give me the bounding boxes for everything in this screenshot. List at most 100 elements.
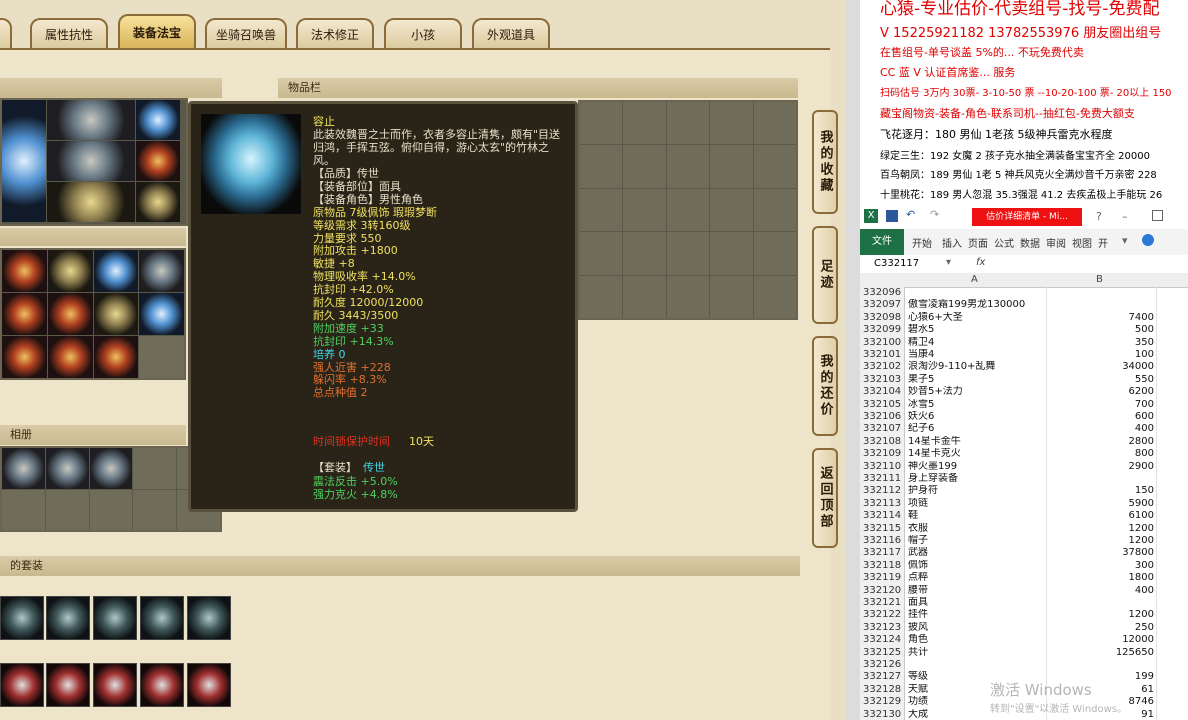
cell-b[interactable]: 1200 [1046, 609, 1154, 622]
row-number[interactable]: 332120 [860, 584, 905, 598]
cell-b[interactable]: 34000 [1046, 361, 1154, 374]
cell-b[interactable]: 125650 [1046, 647, 1154, 660]
items-bar-slot[interactable] [710, 188, 753, 232]
cell-a[interactable]: 点粹 [908, 572, 1048, 585]
inventory-slot[interactable] [139, 250, 184, 292]
row-number[interactable]: 332115 [860, 522, 905, 536]
row-number[interactable]: 332107 [860, 423, 905, 436]
cell-a[interactable]: 冰雪5 [908, 399, 1048, 412]
row-number[interactable]: 332125 [860, 646, 905, 660]
cell-b[interactable]: 400 [1046, 585, 1154, 598]
cell-b[interactable]: 250 [1046, 622, 1154, 635]
row-number[interactable]: 332129 [860, 696, 905, 709]
cell-a[interactable]: 披风 [908, 622, 1048, 635]
items-bar-slot[interactable] [666, 102, 710, 145]
row-number[interactable]: 332106 [860, 411, 905, 424]
row-number[interactable]: 332098 [860, 311, 905, 325]
tab-mounts[interactable]: 坐骑召唤兽 [205, 18, 287, 48]
items-bar-slot[interactable] [666, 188, 710, 232]
suit-item[interactable] [140, 596, 184, 640]
row-number[interactable]: 332121 [860, 597, 905, 610]
redo-icon[interactable]: ↷ [930, 208, 939, 221]
cell-a[interactable]: 精卫4 [908, 337, 1048, 350]
help-circle-icon[interactable] [1142, 234, 1154, 246]
cell-a[interactable]: 共计 [908, 647, 1048, 660]
items-bar-slot[interactable] [710, 275, 753, 318]
items-bar-slot[interactable] [580, 102, 623, 145]
row-number[interactable]: 332108 [860, 435, 905, 449]
row-number[interactable]: 332124 [860, 634, 905, 647]
cell-a[interactable]: 神火墨199 [908, 461, 1048, 474]
cell-b[interactable]: 100 [1046, 349, 1154, 362]
items-bar-slot[interactable] [753, 145, 796, 188]
equip-slot[interactable] [136, 182, 180, 222]
album-slot[interactable] [89, 489, 133, 530]
album-slot[interactable] [45, 489, 89, 530]
cell-a[interactable]: 傲雪凌霜199男龙130000 [908, 299, 1048, 312]
album-slot[interactable] [2, 489, 45, 530]
suit-item[interactable] [0, 663, 44, 707]
cell-b[interactable]: 12000 [1046, 634, 1154, 647]
cell-b[interactable]: 1200 [1046, 523, 1154, 536]
cell-a[interactable]: 妙音5+法力 [908, 386, 1048, 399]
row-number[interactable]: 332126 [860, 659, 905, 672]
items-bar-slot[interactable] [710, 145, 753, 188]
cell-a[interactable]: 妖火6 [908, 411, 1048, 424]
tab-spells[interactable]: 法术修正 [296, 18, 374, 48]
help-icon[interactable]: ? [1096, 210, 1102, 223]
row-number[interactable]: 332117 [860, 547, 905, 560]
cell-b[interactable]: 300 [1046, 560, 1154, 573]
cell-a[interactable]: 心猿6+大圣 [908, 312, 1048, 325]
ribbon-tab[interactable]: 插入 [942, 235, 962, 250]
cell-b[interactable]: 2800 [1046, 436, 1154, 449]
row-number[interactable]: 332118 [860, 559, 905, 573]
inventory-slot[interactable] [139, 336, 184, 378]
cell-a[interactable]: 护身符 [908, 485, 1048, 498]
row-number[interactable]: 332099 [860, 324, 905, 337]
items-bar-slot[interactable] [666, 145, 710, 188]
row-number[interactable]: 332110 [860, 460, 905, 474]
ribbon-tab[interactable]: 公式 [994, 235, 1014, 250]
album-slot[interactable] [2, 448, 45, 489]
cell-b[interactable]: 350 [1046, 337, 1154, 350]
row-number[interactable]: 332122 [860, 609, 905, 622]
equip-slot[interactable] [47, 182, 135, 222]
cell-a[interactable]: 纪子6 [908, 423, 1048, 436]
cell-a[interactable]: 碧水5 [908, 324, 1048, 337]
cell-b[interactable]: 700 [1046, 399, 1154, 412]
fx-icon[interactable]: fx [976, 257, 985, 268]
back-to-top-button[interactable]: 返回顶部 [812, 448, 838, 548]
items-bar-slot[interactable] [623, 145, 666, 188]
suit-item[interactable] [93, 596, 137, 640]
row-number[interactable]: 332100 [860, 336, 905, 350]
cell-b[interactable]: 1800 [1046, 572, 1154, 585]
row-number[interactable]: 332097 [860, 299, 905, 312]
my-counteroffer-button[interactable]: 我的还价 [812, 336, 838, 436]
tab-equipment[interactable]: 装备法宝 [118, 14, 196, 48]
suit-item[interactable] [187, 596, 231, 640]
items-bar-slot[interactable] [580, 275, 623, 318]
cell-b[interactable]: 550 [1046, 374, 1154, 387]
cell-a[interactable]: 面具 [908, 597, 1048, 610]
cell-b[interactable]: 2900 [1046, 461, 1154, 474]
save-icon[interactable] [886, 210, 898, 222]
maximize-icon[interactable] [1152, 210, 1163, 221]
inventory-slot[interactable] [47, 293, 93, 335]
cell-b[interactable]: 800 [1046, 448, 1154, 461]
name-box[interactable]: C332117 [874, 258, 954, 269]
cell-a[interactable]: 武器 [908, 547, 1048, 560]
cell-b[interactable]: 1200 [1046, 535, 1154, 548]
column-b-header[interactable]: B [1096, 274, 1103, 285]
inventory-slot[interactable] [2, 250, 47, 292]
cell-b[interactable]: 600 [1046, 411, 1154, 424]
tab-appearance[interactable]: 外观道具 [472, 18, 550, 48]
row-number[interactable]: 332102 [860, 361, 905, 374]
cell-b[interactable]: 37800 [1046, 547, 1154, 560]
cell-a[interactable]: 项链 [908, 498, 1048, 511]
row-number[interactable]: 332114 [860, 510, 905, 523]
scrollbar[interactable] [846, 0, 860, 720]
album-slot[interactable] [133, 448, 177, 489]
items-bar-slot[interactable] [580, 188, 623, 232]
ribbon-tab[interactable]: 视图 [1072, 235, 1092, 250]
cell-a[interactable]: 佩饰 [908, 560, 1048, 573]
